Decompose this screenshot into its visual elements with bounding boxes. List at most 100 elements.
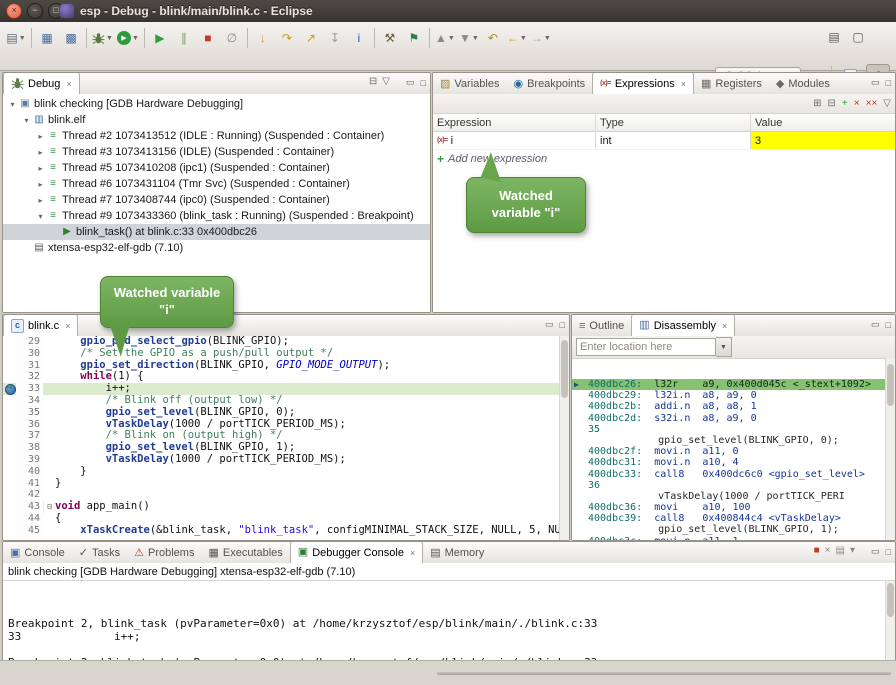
- tab-debug[interactable]: Debug×: [3, 72, 80, 95]
- minimize-view-icon[interactable]: ▭: [871, 319, 880, 330]
- minimize-window-button[interactable]: −: [27, 3, 43, 19]
- maximize-view-icon[interactable]: □: [421, 78, 426, 88]
- column-header-expression[interactable]: Expression: [433, 114, 596, 131]
- save-all-icon[interactable]: ▩: [60, 27, 82, 49]
- debug-tree-item[interactable]: ▤xtensa-esp32-elf-gdb (7.10): [3, 240, 430, 256]
- breakpoint-margin[interactable]: [3, 525, 16, 537]
- fold-marker-icon[interactable]: ⊟: [43, 501, 55, 513]
- minimize-view-icon[interactable]: ▭: [871, 546, 880, 557]
- breakpoint-margin[interactable]: [3, 466, 16, 478]
- console-scrollbar[interactable]: [885, 581, 895, 660]
- terminate-icon[interactable]: ■: [814, 545, 820, 556]
- maximize-view-icon[interactable]: □: [886, 320, 891, 330]
- build-icon[interactable]: ⚒: [379, 27, 401, 49]
- location-dropdown-icon[interactable]: ▼: [716, 337, 732, 357]
- remove-all-expressions-icon[interactable]: ××: [866, 98, 878, 109]
- back-icon[interactable]: ←▼: [506, 27, 528, 49]
- terminate-icon[interactable]: ■: [197, 27, 219, 49]
- expander-icon[interactable]: ▸: [35, 164, 46, 173]
- expander-icon[interactable]: ▸: [35, 132, 46, 141]
- bottom-trim-handle[interactable]: [437, 672, 891, 675]
- step-into-icon[interactable]: ↓: [252, 27, 274, 49]
- close-tab-icon[interactable]: ×: [722, 321, 727, 331]
- breakpoint-margin[interactable]: [3, 348, 16, 360]
- close-tab-icon[interactable]: ×: [410, 548, 415, 558]
- tab-tasks[interactable]: ✓Tasks: [72, 543, 127, 563]
- previous-annotation-icon[interactable]: ▲▼: [434, 27, 456, 49]
- open-console-icon[interactable]: ▤: [823, 26, 845, 48]
- instruction-stepping-icon[interactable]: i: [348, 27, 370, 49]
- minimize-view-icon[interactable]: ▭: [406, 77, 415, 88]
- breakpoint-margin[interactable]: [3, 454, 16, 466]
- last-edit-location-icon[interactable]: ↶: [482, 27, 504, 49]
- tab-debugger-console[interactable]: ▣Debugger Console×: [290, 541, 423, 564]
- breakpoint-margin[interactable]: [3, 430, 16, 442]
- expander-icon[interactable]: ▾: [7, 100, 18, 109]
- show-type-names-icon[interactable]: ⊞: [813, 98, 821, 109]
- tab-registers[interactable]: ▦Registers: [694, 74, 769, 94]
- view-menu-icon[interactable]: ▽: [382, 76, 390, 87]
- breakpoint-margin[interactable]: [3, 336, 16, 348]
- step-over-icon[interactable]: ↷: [276, 27, 298, 49]
- column-header-type[interactable]: Type: [596, 114, 751, 131]
- clear-console-icon[interactable]: ▤: [836, 545, 845, 556]
- breakpoint-margin[interactable]: [3, 442, 16, 454]
- breakpoint-margin[interactable]: [3, 419, 16, 431]
- maximize-view-icon[interactable]: □: [560, 320, 565, 330]
- open-console-icon[interactable]: ▾: [850, 545, 855, 556]
- next-annotation-icon[interactable]: ▼▼: [458, 27, 480, 49]
- expander-icon[interactable]: ▸: [35, 180, 46, 189]
- debug-tree-item[interactable]: ▸≡Thread #6 1073431104 (Tmr Svc) (Suspen…: [3, 176, 430, 192]
- show-logical-structures-icon[interactable]: ⊟: [828, 98, 836, 109]
- disassembly-listing[interactable]: ▶400dbc26: l32r a9, 0x400d045c <_stext+1…: [572, 379, 886, 540]
- tab-outline[interactable]: ≡Outline: [572, 316, 631, 336]
- debug-tree-item[interactable]: ▾▣blink checking [GDB Hardware Debugging…: [3, 96, 430, 112]
- tab-problems[interactable]: ⚠Problems: [127, 543, 201, 563]
- debug-tree-item[interactable]: ▸≡Thread #2 1073413512 (IDLE : Running) …: [3, 128, 430, 144]
- breakpoint-marker[interactable]: →: [3, 383, 16, 395]
- expression-row[interactable]: (x)= iint3: [433, 132, 895, 150]
- run-icon[interactable]: ▶▼: [116, 27, 140, 49]
- minimize-view-icon[interactable]: ▭: [871, 77, 880, 88]
- close-window-button[interactable]: ×: [6, 3, 22, 19]
- breakpoint-margin[interactable]: [3, 501, 16, 513]
- tab-expressions[interactable]: (x)=Expressions×: [592, 72, 694, 95]
- add-expression-icon[interactable]: +: [842, 98, 848, 109]
- breakpoint-margin[interactable]: [3, 360, 16, 372]
- debug-icon[interactable]: ▼: [91, 27, 114, 49]
- tab-modules[interactable]: ◆Modules: [769, 74, 837, 94]
- debug-tree-item[interactable]: ▶blink_task() at blink.c:33 0x400dbc26: [3, 224, 430, 240]
- debug-tree-item[interactable]: ▸≡Thread #7 1073408744 (ipc0) (Suspended…: [3, 192, 430, 208]
- debug-tree-item[interactable]: ▾≡Thread #9 1073433360 (blink_task : Run…: [3, 208, 430, 224]
- disconnect-icon[interactable]: ∅: [221, 27, 243, 49]
- maximize-view-icon[interactable]: □: [886, 547, 891, 557]
- collapse-all-icon[interactable]: ⊟: [369, 76, 377, 87]
- new-wizard-icon[interactable]: ▤▼: [5, 27, 27, 49]
- step-return-icon[interactable]: ↗: [300, 27, 322, 49]
- close-tab-icon[interactable]: ×: [681, 79, 686, 89]
- breakpoint-margin[interactable]: [3, 513, 16, 525]
- expander-icon[interactable]: ▸: [35, 148, 46, 157]
- tab-console[interactable]: ▣Console: [3, 543, 72, 563]
- debug-tree-item[interactable]: ▸≡Thread #5 1073410208 (ipc1) (Suspended…: [3, 160, 430, 176]
- disassembly-scrollbar[interactable]: [885, 358, 895, 540]
- expander-icon[interactable]: ▾: [21, 116, 32, 125]
- tab-disassembly[interactable]: ▥Disassembly×: [631, 314, 735, 337]
- editor-scrollbar[interactable]: [559, 336, 569, 540]
- maximize-view-icon[interactable]: □: [886, 78, 891, 88]
- debug-tree-item[interactable]: ▸≡Thread #3 1073413156 (IDLE) (Suspended…: [3, 144, 430, 160]
- tab-blink-c[interactable]: cblink.c×: [3, 314, 78, 337]
- save-icon[interactable]: ▦: [36, 27, 58, 49]
- minimize-view-icon[interactable]: ▭: [545, 319, 554, 330]
- resume-icon[interactable]: ▶: [149, 27, 171, 49]
- remove-launch-icon[interactable]: ×: [825, 545, 831, 556]
- view-menu-icon[interactable]: ▽: [883, 98, 891, 109]
- breakpoint-margin[interactable]: [3, 407, 16, 419]
- column-header-value[interactable]: Value: [751, 114, 895, 131]
- drop-to-frame-icon[interactable]: ↧: [324, 27, 346, 49]
- forward-icon[interactable]: →▼: [530, 27, 552, 49]
- close-tab-icon[interactable]: ×: [66, 79, 71, 89]
- tab-breakpoints[interactable]: ◉Breakpoints: [506, 74, 592, 94]
- console-output[interactable]: Breakpoint 2, blink_task (pvParameter=0x…: [3, 602, 885, 660]
- remove-expression-icon[interactable]: ×: [854, 98, 860, 109]
